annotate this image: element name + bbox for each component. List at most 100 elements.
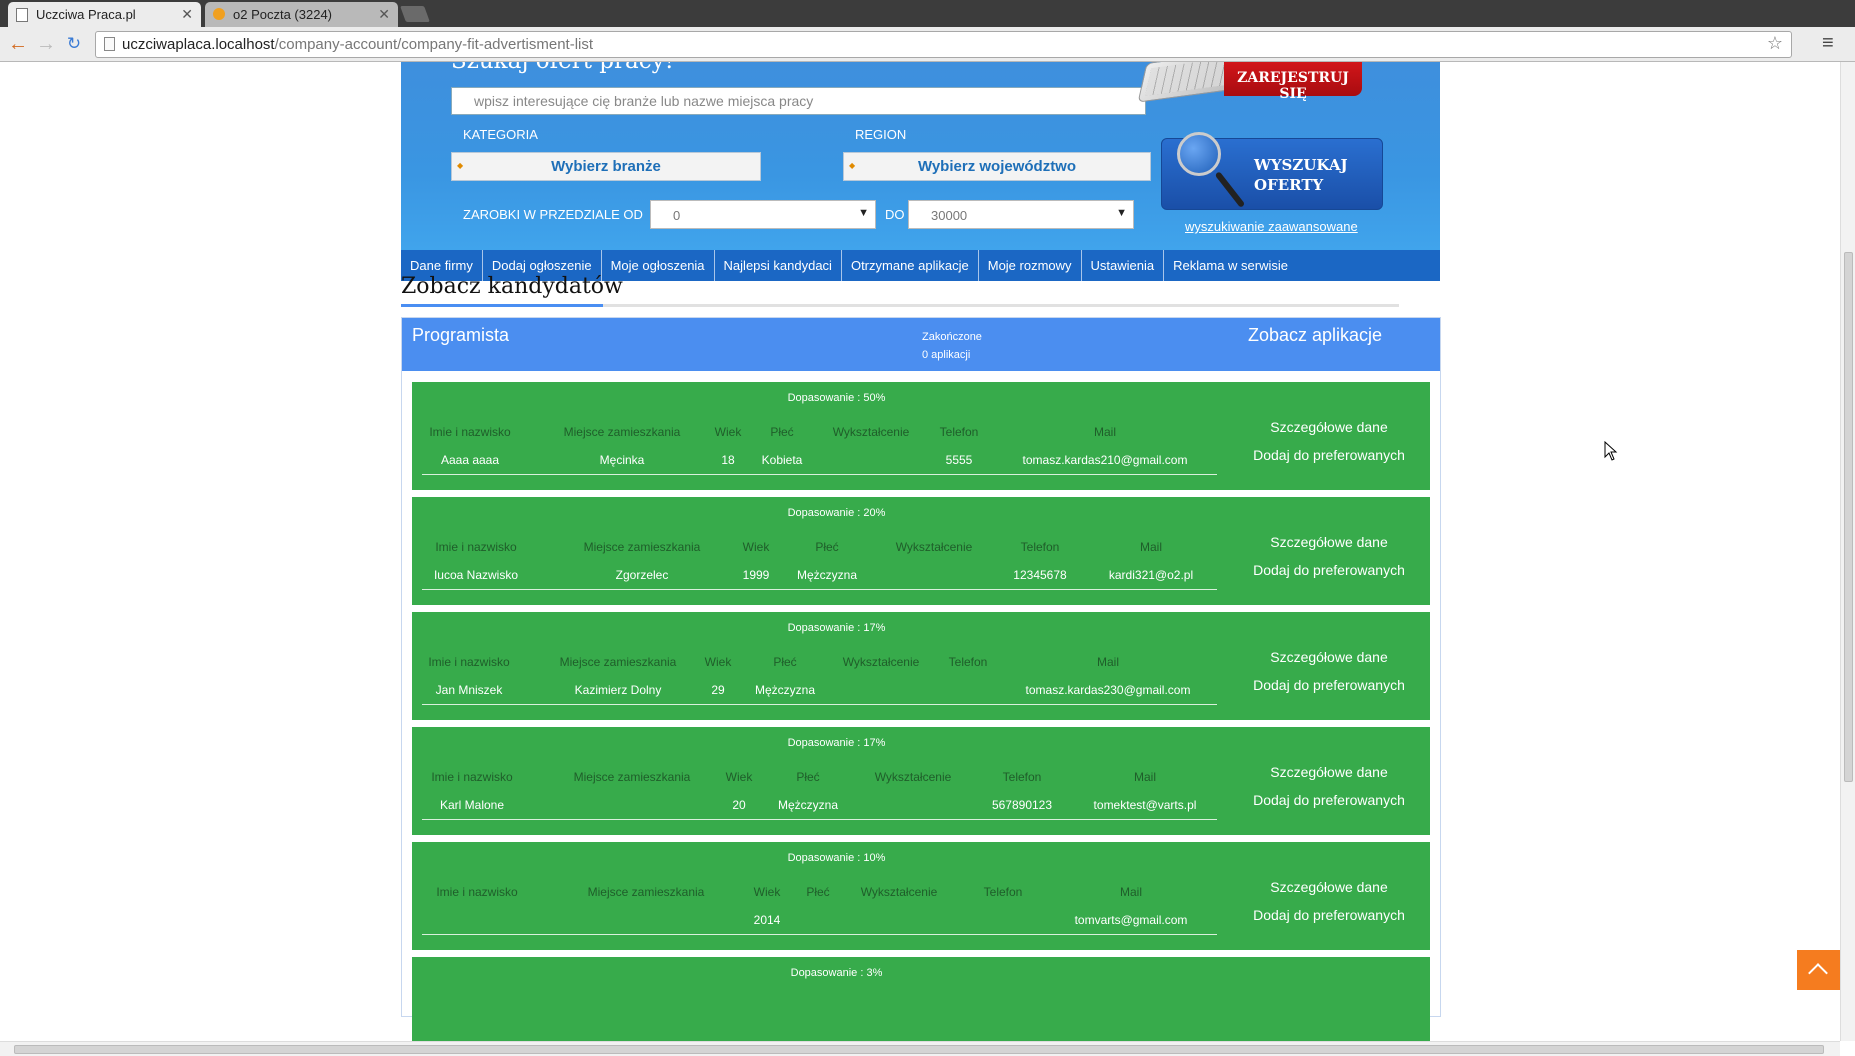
header-name: Imie i nazwisko xyxy=(429,425,511,439)
header-sex: Płeć xyxy=(815,540,839,554)
salary-to-select[interactable]: 30000 ▼ xyxy=(908,200,1134,229)
salary-from-label: ZAROBKI W PRZEDZIALE OD xyxy=(463,207,643,222)
menu-item-settings[interactable]: Ustawienia xyxy=(1082,250,1165,281)
header-phone: Telefon xyxy=(1002,770,1042,784)
menu-item-best-candidates[interactable]: Najlepsi kandydaci xyxy=(715,250,842,281)
new-tab-button[interactable] xyxy=(400,6,430,22)
header-phone: Telefon xyxy=(948,655,988,669)
search-hero: Szukaj ofert pracy! wpisz interesujące c… xyxy=(401,62,1440,250)
scrollbar-thumb[interactable] xyxy=(1844,252,1853,782)
hero-title: Szukaj ofert pracy! xyxy=(451,62,674,74)
tab-o2-poczta[interactable]: o2 Poczta (3224) ✕ xyxy=(205,2,398,27)
row-divider xyxy=(422,589,1217,590)
add-preferred-link[interactable]: Dodaj do preferowanych xyxy=(1239,562,1419,578)
candidate-phone: 12345678 xyxy=(1013,568,1067,582)
candidate-age: 18 xyxy=(721,453,735,467)
select-arrows-icon: ◆ xyxy=(849,161,856,170)
match-score: Dopasowanie : 20% xyxy=(787,507,886,519)
magnifier-icon xyxy=(1177,132,1221,176)
match-score: Dopasowanie : 17% xyxy=(787,622,886,634)
header-name: Imie i nazwisko xyxy=(431,770,513,784)
add-preferred-link[interactable]: Dodaj do preferowanych xyxy=(1239,792,1419,808)
register-button[interactable]: ZAREJESTRUJ SIĘ xyxy=(1137,62,1399,106)
details-link[interactable]: Szczegółowe dane xyxy=(1239,534,1419,550)
details-link[interactable]: Szczegółowe dane xyxy=(1239,879,1419,895)
reload-icon[interactable]: ↻ xyxy=(62,32,86,56)
header-mail: Mail xyxy=(1139,540,1163,554)
back-icon[interactable]: ← xyxy=(6,32,30,56)
job-title: Programista xyxy=(412,325,510,345)
region-label: REGION xyxy=(855,127,907,142)
horizontal-scrollbar[interactable] xyxy=(0,1041,1840,1056)
add-preferred-link[interactable]: Dodaj do preferowanych xyxy=(1239,447,1419,463)
header-city: Miejsce zamieszkania xyxy=(563,425,681,439)
page-viewport: Szukaj ofert pracy! wpisz interesujące c… xyxy=(0,62,1840,1041)
header-name: Imie i nazwisko xyxy=(436,885,518,899)
header-sex: Płeć xyxy=(806,885,830,899)
scrollbar-thumb[interactable] xyxy=(14,1045,1824,1054)
candidate-city: Zgorzelec xyxy=(615,568,669,582)
header-phone: Telefon xyxy=(983,885,1023,899)
category-label: KATEGORIA xyxy=(463,127,538,142)
candidate-mail: tomasz.kardas230@gmail.com xyxy=(1025,683,1191,697)
candidate-mail: tomvarts@gmail.com xyxy=(1074,913,1188,927)
header-city: Miejsce zamieszkania xyxy=(587,885,705,899)
candidate-sex: Kobieta xyxy=(761,453,803,467)
candidate-card: Dopasowanie : 10% Imie i nazwisko Miejsc… xyxy=(412,842,1430,950)
url-host: uczciwaplaca.localhost xyxy=(122,36,275,53)
add-preferred-link[interactable]: Dodaj do preferowanych xyxy=(1239,677,1419,693)
category-select[interactable]: ◆ Wybierz branże xyxy=(451,152,761,181)
salary-from-value: 0 xyxy=(673,208,681,223)
details-link[interactable]: Szczegółowe dane xyxy=(1239,649,1419,665)
advanced-search-link[interactable]: wyszukiwanie zaawansowane xyxy=(1185,219,1358,234)
details-link[interactable]: Szczegółowe dane xyxy=(1239,764,1419,780)
search-input[interactable]: wpisz interesujące cię branże lub nazwe … xyxy=(451,87,1146,115)
region-select[interactable]: ◆ Wybierz województwo xyxy=(843,152,1151,181)
address-bar[interactable]: uczciwaplaca.localhost/company-account/c… xyxy=(95,31,1792,58)
details-link[interactable]: Szczegółowe dane xyxy=(1239,419,1419,435)
forward-icon[interactable]: → xyxy=(34,32,58,56)
menu-item-advertising[interactable]: Reklama w serwisie xyxy=(1164,250,1297,281)
header-city: Miejsce zamieszkania xyxy=(573,770,691,784)
header-mail: Mail xyxy=(1133,770,1157,784)
header-mail: Mail xyxy=(1119,885,1143,899)
salary-to-label: DO xyxy=(885,207,905,222)
close-icon[interactable]: ✕ xyxy=(181,6,193,23)
row-divider xyxy=(422,934,1217,935)
candidate-sex: Mężczyzna xyxy=(796,568,858,582)
row-divider xyxy=(422,704,1217,705)
match-score: Dopasowanie : 17% xyxy=(787,737,886,749)
tab-uczciwa-praca[interactable]: Uczciwa Praca.pl ✕ xyxy=(8,2,201,27)
candidate-city: Męcinka xyxy=(599,453,645,467)
candidate-card: Dopasowanie : 3% xyxy=(412,957,1430,1041)
match-score: Dopasowanie : 3% xyxy=(790,967,883,979)
vertical-scrollbar[interactable] xyxy=(1840,62,1855,1041)
o2-icon xyxy=(213,8,225,20)
job-status-count: 0 aplikacji xyxy=(922,349,971,361)
menu-item-received-applications[interactable]: Otrzymane aplikacje xyxy=(842,250,979,281)
browser-menu-icon[interactable]: ≡ xyxy=(1822,32,1834,55)
salary-from-select[interactable]: 0 ▼ xyxy=(650,200,876,229)
candidate-age: 2014 xyxy=(753,913,781,927)
page-icon xyxy=(104,37,115,51)
close-icon[interactable]: ✕ xyxy=(378,6,390,23)
scroll-to-top-button[interactable] xyxy=(1797,950,1840,990)
header-sex: Płeć xyxy=(796,770,820,784)
header-education: Wykształcenie xyxy=(895,540,973,554)
tab-title: Uczciwa Praca.pl xyxy=(36,7,136,22)
candidate-mail: tomasz.kardas210@gmail.com xyxy=(1022,453,1188,467)
register-label: ZAREJESTRUJ SIĘ xyxy=(1224,62,1362,102)
view-applications-link[interactable]: Zobacz aplikacje xyxy=(1248,325,1382,346)
header-name: Imie i nazwisko xyxy=(428,655,510,669)
header-city: Miejsce zamieszkania xyxy=(583,540,701,554)
match-score: Dopasowanie : 10% xyxy=(787,852,886,864)
candidate-card: Dopasowanie : 17% Imie i nazwisko Miejsc… xyxy=(412,612,1430,720)
candidate-age: 29 xyxy=(711,683,725,697)
bookmark-star-icon[interactable]: ☆ xyxy=(1767,33,1783,54)
row-divider xyxy=(422,474,1217,475)
candidate-name: Jan Mniszek xyxy=(435,683,503,697)
candidate-phone: 5555 xyxy=(945,453,973,467)
menu-item-my-conversations[interactable]: Moje rozmowy xyxy=(979,250,1082,281)
add-preferred-link[interactable]: Dodaj do preferowanych xyxy=(1239,907,1419,923)
candidate-age: 20 xyxy=(732,798,746,812)
